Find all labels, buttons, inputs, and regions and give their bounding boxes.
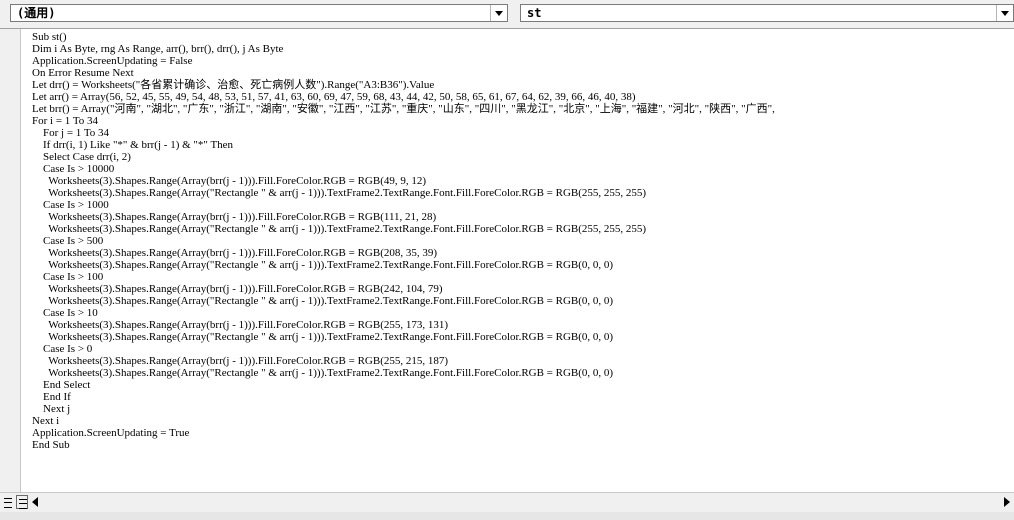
code-line[interactable]: Select Case drr(i, 2) <box>32 151 1014 163</box>
combo-toolbar: (通用) st <box>0 0 1014 28</box>
code-line[interactable]: Next j <box>32 403 1014 415</box>
procedure-view-icon <box>4 498 12 508</box>
code-line[interactable]: Worksheets(3).Shapes.Range(Array(brr(j -… <box>32 319 1014 331</box>
code-line[interactable]: Worksheets(3).Shapes.Range(Array(brr(j -… <box>32 211 1014 223</box>
object-dropdown-button[interactable] <box>490 5 507 21</box>
code-line[interactable]: Worksheets(3).Shapes.Range(Array("Rectan… <box>32 367 1014 379</box>
code-line[interactable]: If drr(i, 1) Like "*" & brr(j - 1) & "*"… <box>32 139 1014 151</box>
code-line[interactable]: Case Is > 100 <box>32 271 1014 283</box>
code-line[interactable]: Worksheets(3).Shapes.Range(Array("Rectan… <box>32 331 1014 343</box>
code-editor[interactable]: Sub st() Dim i As Byte, rng As Range, arr… <box>0 28 1014 493</box>
code-line[interactable]: For i = 1 To 34 <box>32 115 1014 127</box>
margin-indicator-bar[interactable] <box>0 29 21 493</box>
full-module-view-button[interactable] <box>16 495 28 509</box>
code-line[interactable]: Worksheets(3).Shapes.Range(Array(brr(j -… <box>32 175 1014 187</box>
arrow-left-icon[interactable] <box>32 497 38 507</box>
code-line[interactable]: Worksheets(3).Shapes.Range(Array("Rectan… <box>32 259 1014 271</box>
code-line[interactable]: Worksheets(3).Shapes.Range(Array(brr(j -… <box>32 283 1014 295</box>
code-line[interactable]: Worksheets(3).Shapes.Range(Array("Rectan… <box>32 295 1014 307</box>
window-bottom-border <box>0 512 1014 520</box>
code-line[interactable]: Worksheets(3).Shapes.Range(Array(brr(j -… <box>32 247 1014 259</box>
code-line[interactable]: Worksheets(3).Shapes.Range(Array("Rectan… <box>32 187 1014 199</box>
bottom-scroll-row <box>0 492 1014 513</box>
code-line[interactable]: Sub st() <box>32 31 1014 43</box>
code-line[interactable]: Application.ScreenUpdating = True <box>32 427 1014 439</box>
code-line[interactable]: Case Is > 1000 <box>32 199 1014 211</box>
chevron-down-icon <box>495 11 503 16</box>
code-line[interactable]: End If <box>32 391 1014 403</box>
procedure-combobox[interactable]: st <box>520 4 1014 22</box>
chevron-down-icon <box>1001 11 1009 16</box>
arrow-right-icon[interactable] <box>1004 497 1010 507</box>
object-combobox[interactable]: (通用) <box>10 4 508 22</box>
code-line[interactable]: Dim i As Byte, rng As Range, arr(), brr(… <box>32 43 1014 55</box>
code-line[interactable]: Worksheets(3).Shapes.Range(Array("Rectan… <box>32 223 1014 235</box>
code-line[interactable]: Application.ScreenUpdating = False <box>32 55 1014 67</box>
horizontal-scrollbar[interactable] <box>42 495 998 509</box>
code-line[interactable]: On Error Resume Next <box>32 67 1014 79</box>
code-line[interactable]: Worksheets(3).Shapes.Range(Array(brr(j -… <box>32 355 1014 367</box>
vba-code-window: (通用) st Sub st() Dim i As Byte, rng As Ra… <box>0 0 1014 520</box>
code-line[interactable]: End Select <box>32 379 1014 391</box>
procedure-dropdown-button[interactable] <box>996 5 1013 21</box>
code-line[interactable]: For j = 1 To 34 <box>32 127 1014 139</box>
code-line[interactable]: Case Is > 500 <box>32 235 1014 247</box>
code-line[interactable]: End Sub <box>32 439 1014 451</box>
code-line[interactable]: Case Is > 10 <box>32 307 1014 319</box>
code-text-area[interactable]: Sub st() Dim i As Byte, rng As Range, arr… <box>32 31 1014 451</box>
code-line[interactable]: Let arr() = Array(56, 52, 45, 55, 49, 54… <box>32 91 1014 103</box>
full-module-view-icon <box>19 499 27 509</box>
code-line[interactable]: Case Is > 10000 <box>32 163 1014 175</box>
code-line[interactable]: Case Is > 0 <box>32 343 1014 355</box>
object-combobox-value: (通用) <box>17 6 56 20</box>
procedure-view-button[interactable] <box>2 495 14 509</box>
code-line[interactable]: Let drr() = Worksheets("各省累计确诊、治愈、死亡病例人数… <box>32 79 1014 91</box>
procedure-combobox-value: st <box>527 6 542 20</box>
code-line[interactable]: Next i <box>32 415 1014 427</box>
code-line[interactable]: Let brr() = Array("河南", "湖北", "广东", "浙江"… <box>32 103 1014 115</box>
